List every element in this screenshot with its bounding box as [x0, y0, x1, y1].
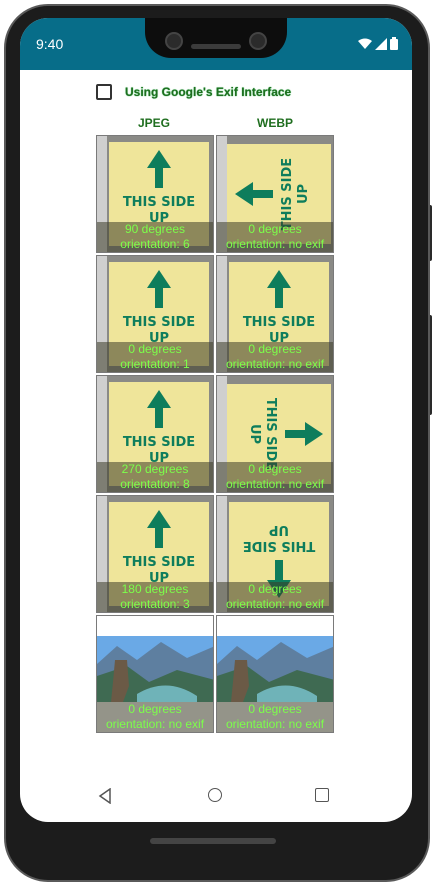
note-text-line1: THIS SIDE [243, 538, 315, 553]
image-cell-jpeg: THIS SIDE UP 0 degrees orientation: 1 [96, 255, 214, 373]
note-text-line2: UP [296, 184, 311, 204]
phone-screen: 9:40 Using Google's Exif Interface JPEG … [20, 18, 412, 822]
orientation-caption: 0 degrees orientation: no exif [217, 702, 333, 732]
rotation-degrees-text: 90 degrees [124, 222, 186, 236]
exif-orientation-text: orientation: no exif [225, 597, 325, 611]
rotation-degrees-text: 0 degrees [128, 342, 182, 356]
back-icon[interactable] [98, 788, 112, 804]
image-cell-webp: THIS SIDE UP 0 degrees orientation: no exif [216, 255, 334, 373]
rotation-degrees-text: 0 degrees [248, 222, 302, 236]
orientation-caption: 90 degrees orientation: 6 [97, 222, 213, 252]
orientation-caption: 0 degrees orientation: no exif [217, 222, 333, 252]
recents-icon[interactable] [315, 788, 329, 802]
rotation-degrees-text: 0 degrees [248, 582, 302, 596]
image-cell-webp: THIS SIDE UP 0 degrees orientation: no exif [216, 375, 334, 493]
note-text-line1: THIS SIDE [243, 315, 315, 330]
image-cell-jpeg: THIS SIDE UP 270 degrees orientation: 8 [96, 375, 214, 493]
note-text-line1: THIS SIDE [263, 398, 278, 470]
signal-icon [375, 37, 387, 50]
exif-orientation-text: orientation: 1 [120, 357, 190, 371]
exif-checkbox-label: Using Google's Exif Interface [125, 85, 292, 99]
exif-orientation-text: orientation: no exif [225, 477, 325, 491]
exif-orientation-text: orientation: 8 [120, 477, 190, 491]
column-header-jpeg: JPEG [137, 116, 170, 130]
status-icons [358, 37, 398, 50]
status-bar: 9:40 [20, 18, 412, 70]
note-text-line1: THIS SIDE [123, 555, 195, 570]
exif-orientation-text: orientation: no exif [225, 237, 325, 251]
orientation-caption: 0 degrees orientation: 1 [97, 342, 213, 372]
wifi-icon [358, 38, 372, 49]
bottom-speaker [150, 838, 276, 844]
column-header-webp: WEBP [257, 116, 293, 130]
orientation-caption: 0 degrees orientation: no exif [217, 582, 333, 612]
orientation-caption: 270 degrees orientation: 8 [97, 462, 213, 492]
orientation-caption: 180 degrees orientation: 3 [97, 582, 213, 612]
exif-orientation-text: orientation: no exif [225, 357, 325, 371]
image-cell-jpeg: 0 degrees orientation: no exif [96, 615, 214, 733]
rotation-degrees-text: 0 degrees [128, 702, 182, 716]
exif-orientation-text: orientation: 3 [120, 597, 190, 611]
orientation-caption: 0 degrees orientation: no exif [217, 462, 333, 492]
note-text-line1: THIS SIDE [123, 315, 195, 330]
orientation-caption: 0 degrees orientation: no exif [97, 702, 213, 732]
front-camera-icon [165, 32, 183, 50]
image-cell-webp: THIS SIDE UP 0 degrees orientation: no exif [216, 495, 334, 613]
note-text-line2: UP [269, 522, 289, 537]
camera-notch [145, 18, 287, 58]
exif-orientation-text: orientation: 6 [120, 237, 190, 251]
image-cell-webp: THIS SIDE UP 0 degrees orientation: no exif [216, 135, 334, 253]
note-text-line1: THIS SIDE [280, 158, 295, 230]
image-cell-jpeg: THIS SIDE UP 90 degrees orientation: 6 [96, 135, 214, 253]
exif-orientation-text: orientation: no exif [225, 717, 325, 731]
status-time: 9:40 [36, 36, 64, 52]
navigation-bar [20, 776, 412, 816]
rotation-degrees-text: 180 degrees [121, 582, 189, 596]
rotation-degrees-text: 0 degrees [248, 342, 302, 356]
note-text-line1: THIS SIDE [123, 195, 195, 210]
rotation-degrees-text: 0 degrees [248, 462, 302, 476]
exif-interface-toggle[interactable]: Using Google's Exif Interface [96, 82, 291, 102]
battery-icon [390, 37, 398, 50]
rotation-degrees-text: 270 degrees [121, 462, 189, 476]
image-cell-webp: 0 degrees orientation: no exif [216, 615, 334, 733]
front-camera-icon [249, 32, 267, 50]
orientation-caption: 0 degrees orientation: no exif [217, 342, 333, 372]
exif-orientation-text: orientation: no exif [105, 717, 205, 731]
earpiece-speaker [191, 44, 241, 49]
rotation-degrees-text: 0 degrees [248, 702, 302, 716]
home-icon[interactable] [208, 788, 222, 802]
image-cell-jpeg: THIS SIDE UP 180 degrees orientation: 3 [96, 495, 214, 613]
note-text-line2: UP [247, 424, 262, 444]
exif-checkbox[interactable] [96, 84, 112, 100]
note-text-line1: THIS SIDE [123, 435, 195, 450]
